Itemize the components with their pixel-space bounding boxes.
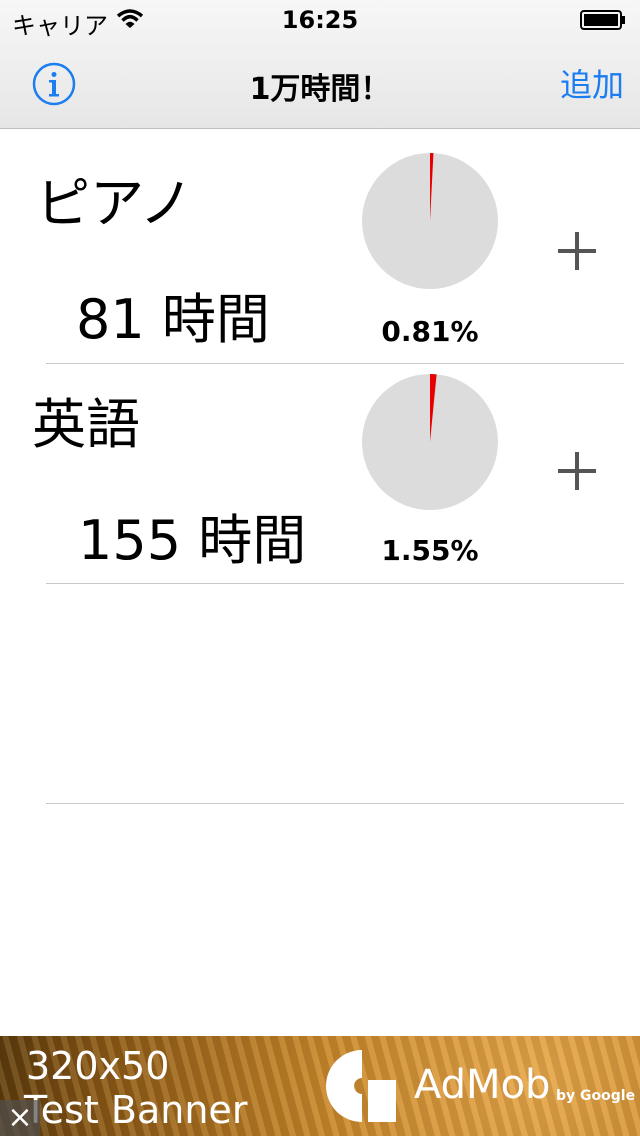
row-separator	[46, 803, 624, 804]
task-row[interactable]: 英語 155 時間 1.55%	[0, 364, 640, 584]
ad-text: Test Banner	[24, 1088, 248, 1132]
add-button[interactable]: 追加	[560, 60, 624, 106]
progress-pie	[362, 374, 498, 510]
battery-icon	[580, 10, 625, 30]
progress-pie	[362, 153, 498, 289]
plus-icon[interactable]	[556, 450, 598, 492]
navigation-bar: 1万時間！ 追加	[0, 40, 640, 128]
task-name: ピアノ	[36, 172, 194, 235]
ad-banner[interactable]: 320x50 Test Banner AdMob by Google ×	[0, 1036, 640, 1136]
page-title: 1万時間！	[249, 72, 391, 107]
status-time: 16:25	[281, 6, 359, 34]
task-hours: 81 時間	[76, 288, 270, 351]
task-row[interactable]: ピアノ 81 時間 0.81%	[0, 129, 640, 351]
task-name: 英語	[32, 393, 140, 456]
close-icon[interactable]: ×	[0, 1100, 40, 1136]
top-bar: キャリア 16:25 1万時間！ 追加	[0, 0, 640, 129]
admob-logo-icon	[326, 1050, 396, 1122]
plus-icon[interactable]	[556, 230, 598, 272]
task-hours: 155 時間	[78, 509, 307, 572]
progress-percent: 1.55%	[381, 534, 479, 567]
ad-brand: AdMob	[414, 1062, 551, 1108]
status-bar: キャリア 16:25	[0, 0, 640, 40]
progress-percent: 0.81%	[381, 315, 479, 348]
ad-by-google: by Google	[556, 1088, 636, 1104]
ad-size-label: 320x50	[26, 1044, 170, 1088]
row-separator	[46, 583, 624, 584]
